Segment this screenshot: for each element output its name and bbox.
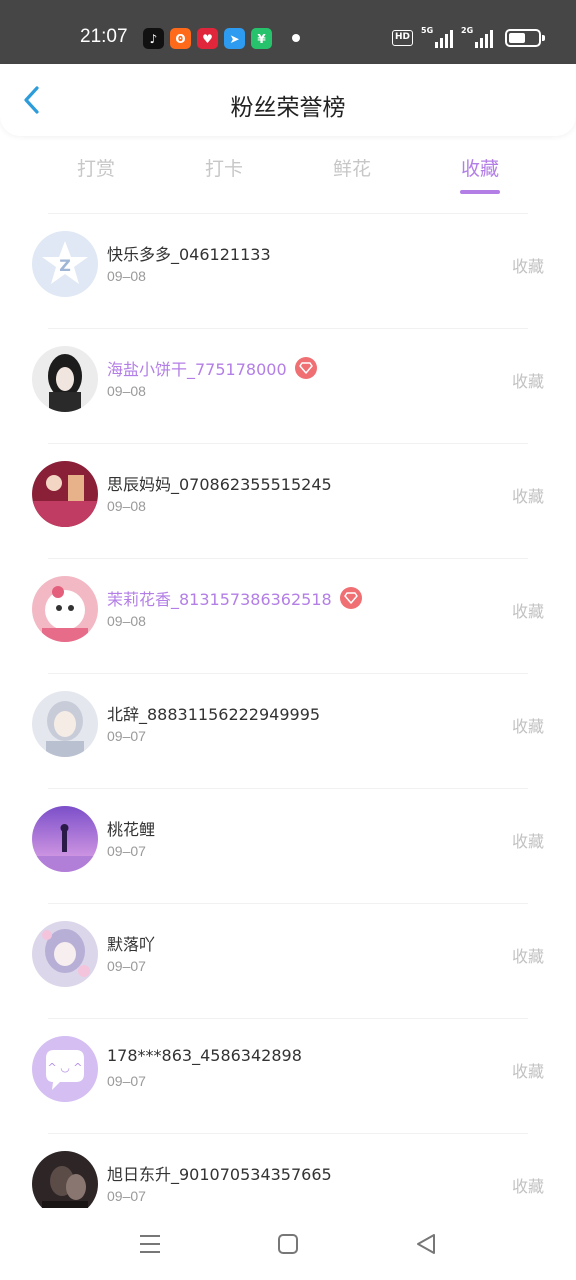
avatar: ^ ◡ ^ <box>32 1036 98 1102</box>
shopping-app-icon: ¥ <box>251 28 272 49</box>
list-item[interactable]: 茉莉花香_813157386362518 09–08 收藏 <box>0 558 576 673</box>
vip-diamond-icon <box>294 357 317 379</box>
fan-name: 思辰妈妈_070862355515245 <box>107 475 332 494</box>
fan-list: Z 快乐多多_046121133 09–08 收藏 海盐小饼干_77517800… <box>0 213 576 1248</box>
list-item[interactable]: 海盐小饼干_775178000 09–08 收藏 <box>0 328 576 443</box>
avatar <box>32 461 98 527</box>
fan-date: 09–07 <box>107 843 146 859</box>
heart-app-icon: ♥ <box>197 28 218 49</box>
fan-name: 快乐多多_046121133 <box>107 245 271 264</box>
fan-name: 默落吖 <box>107 935 156 954</box>
vip-diamond-icon <box>339 587 362 609</box>
list-item[interactable]: 默落吖 09–07 收藏 <box>0 903 576 1018</box>
fan-date: 09–07 <box>107 1073 146 1089</box>
notification-icons: ♪ ʘ ♥ ➤ ¥ <box>143 28 272 49</box>
home-square-icon <box>278 1234 298 1254</box>
tiktok-icon: ♪ <box>143 28 164 49</box>
menu-button[interactable] <box>136 1230 164 1258</box>
system-icons: HD 5G 2G <box>392 26 546 48</box>
menu-icon <box>140 1235 160 1253</box>
telegram-icon: ➤ <box>224 28 245 49</box>
fan-action-label: 收藏 <box>511 602 544 621</box>
list-item[interactable]: 思辰妈妈_070862355515245 09–08 收藏 <box>0 443 576 558</box>
status-time: 21:07 <box>80 26 128 47</box>
active-tab-indicator <box>460 190 500 194</box>
fan-date: 09–07 <box>107 728 146 744</box>
tab-favorites[interactable]: 收藏 <box>440 154 520 181</box>
fan-action-label: 收藏 <box>511 257 544 276</box>
list-item[interactable]: Z 快乐多多_046121133 09–08 收藏 <box>0 213 576 328</box>
fan-action-label: 收藏 <box>511 947 544 966</box>
list-item[interactable]: 北辞_88831156222949995 09–07 收藏 <box>0 673 576 788</box>
system-nav-bar <box>0 1208 576 1280</box>
tab-tip[interactable]: 打赏 <box>56 154 136 181</box>
svg-text:^ ◡ ^: ^ ◡ ^ <box>47 1061 82 1074</box>
avatar <box>32 346 98 412</box>
tab-checkin[interactable]: 打卡 <box>184 154 264 181</box>
signal-2g-icon: 2G <box>461 26 494 48</box>
fan-date: 09–08 <box>107 383 146 399</box>
avatar <box>32 921 98 987</box>
fan-date: 09–07 <box>107 1188 146 1204</box>
fan-action-label: 收藏 <box>511 1177 544 1196</box>
fan-action-label: 收藏 <box>511 1062 544 1081</box>
fan-date: 09–08 <box>107 268 146 284</box>
tab-flowers[interactable]: 鲜花 <box>312 154 392 181</box>
svg-text:Z: Z <box>59 256 71 275</box>
fan-name: 海盐小饼干_775178000 <box>107 360 287 379</box>
fan-date: 09–07 <box>107 958 146 974</box>
fan-action-label: 收藏 <box>511 717 544 736</box>
fan-action-label: 收藏 <box>511 487 544 506</box>
more-notifications-dot <box>292 34 300 42</box>
hd-icon: HD <box>392 30 414 46</box>
fan-name: 178***863_4586342898 <box>107 1046 302 1065</box>
header: 粉丝荣誉榜 <box>0 64 576 136</box>
fan-date: 09–08 <box>107 498 146 514</box>
battery-icon <box>505 29 546 47</box>
avatar <box>32 576 98 642</box>
fan-name: 茉莉花香_813157386362518 <box>107 590 332 609</box>
page-title: 粉丝荣誉榜 <box>230 95 346 121</box>
avatar <box>32 691 98 757</box>
fan-action-label: 收藏 <box>511 372 544 391</box>
list-item[interactable]: ^ ◡ ^ 178***863_4586342898 09–07 收藏 <box>0 1018 576 1133</box>
list-item[interactable]: 桃花鲤 09–07 收藏 <box>0 788 576 903</box>
back-triangle-icon <box>417 1234 435 1254</box>
avatar: Z <box>32 231 98 297</box>
fan-name: 北辞_88831156222949995 <box>107 705 321 724</box>
taobao-icon: ʘ <box>170 28 191 49</box>
fan-name: 旭日东升_901070534357665 <box>107 1165 332 1184</box>
fan-date: 09–08 <box>107 613 146 629</box>
fan-action-label: 收藏 <box>511 832 544 851</box>
status-bar: 21:07 ♪ ʘ ♥ ➤ ¥ HD 5G 2G <box>0 0 576 64</box>
avatar <box>32 806 98 872</box>
fan-name: 桃花鲤 <box>107 820 156 839</box>
signal-5g-icon: 5G <box>421 26 454 48</box>
home-button[interactable] <box>274 1230 302 1258</box>
back-nav-button[interactable] <box>412 1230 440 1258</box>
